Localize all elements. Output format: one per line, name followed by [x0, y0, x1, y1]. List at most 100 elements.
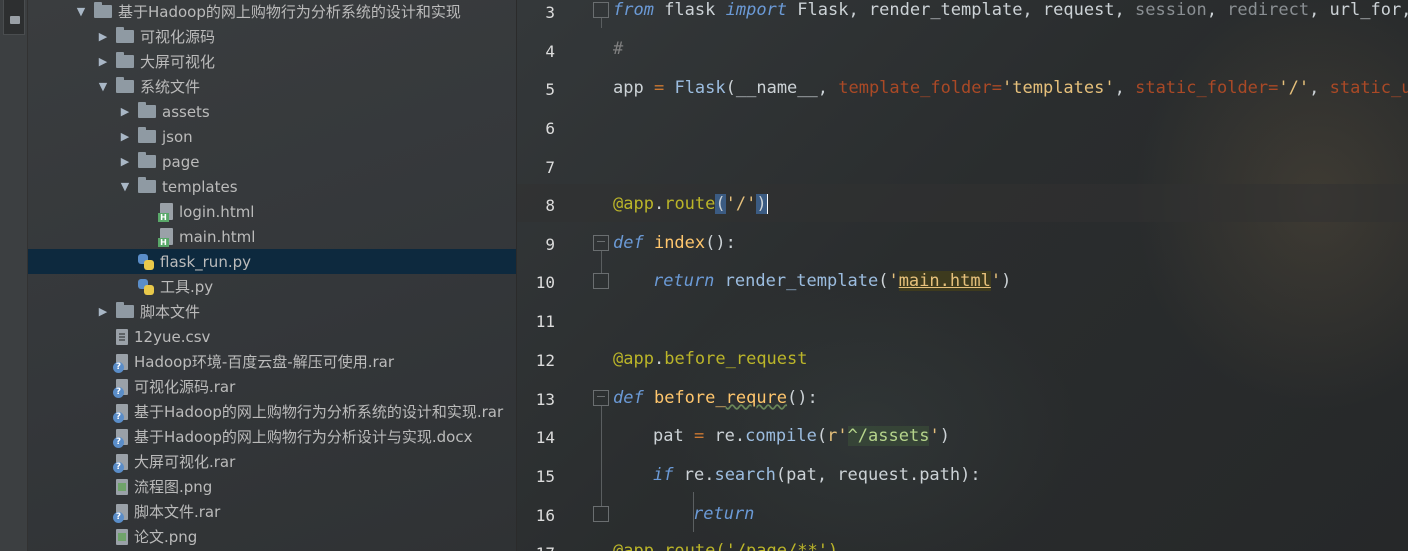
- expand-arrow-right-icon[interactable]: ▶: [118, 155, 132, 168]
- expand-arrow-down-icon[interactable]: ▼: [118, 180, 132, 193]
- unknown-file-icon: [113, 453, 128, 473]
- tree-item[interactable]: ▶flask_run.py: [28, 249, 516, 274]
- tree-item[interactable]: ▶login.html: [28, 199, 516, 224]
- fold-collapse-icon[interactable]: [593, 235, 609, 251]
- code-line-10[interactable]: return render_template('main.html'): [653, 271, 1011, 291]
- var-app: app: [613, 78, 654, 98]
- folder-icon: [138, 177, 156, 193]
- tree-item[interactable]: ▶基于Hadoop的网上购物行为分析设计与实现.docx: [28, 424, 516, 449]
- tree-item[interactable]: ▶Hadoop环境-百度云盘-解压可使用.rar: [28, 349, 516, 374]
- code-line-14[interactable]: pat = re.compile(r'^/assets'): [653, 426, 950, 446]
- tree-item[interactable]: ▼ 基于Hadoop的网上购物行为分析系统的设计和实现: [28, 0, 516, 24]
- tree-item-label: 可视化源码.rar: [134, 378, 236, 396]
- expand-arrow-right-icon[interactable]: ▶: [96, 30, 110, 43]
- expand-arrow-down-icon[interactable]: ▼: [96, 80, 110, 93]
- unused-import-session: session: [1135, 0, 1207, 20]
- keyword-from: from: [613, 0, 654, 20]
- code-line-15[interactable]: if re.search(pat, request.path):: [653, 465, 981, 485]
- paren-close-matched: ): [756, 194, 768, 214]
- keyword-def: def: [613, 233, 644, 253]
- expand-arrow-down-icon[interactable]: ▼: [74, 5, 88, 18]
- paren-open-matched: (: [715, 194, 726, 214]
- decorator-before-request: before_request: [664, 349, 808, 369]
- tree-item[interactable]: ▶大屏可视化.rar: [28, 449, 516, 474]
- tree-item-label: 工具.py: [160, 278, 214, 296]
- code-line-12[interactable]: @app.before_request: [613, 349, 808, 369]
- unused-import-redirect: redirect: [1227, 0, 1310, 20]
- python-file-icon: [138, 253, 154, 270]
- search-args: (pat, request: [775, 465, 909, 485]
- tree-item[interactable]: ▶论文.png: [28, 524, 516, 549]
- tree-item[interactable]: ▶main.html: [28, 224, 516, 249]
- module-name: flask: [653, 0, 726, 20]
- tree-item[interactable]: ▶ page: [28, 149, 516, 174]
- code-line-4[interactable]: #: [613, 39, 623, 59]
- paren-close: ): [939, 426, 950, 446]
- tree-item[interactable]: ▶ 大屏可视化: [28, 49, 516, 74]
- tree-item-label: login.html: [179, 202, 255, 221]
- code-line-8[interactable]: @app.route('/'): [613, 194, 768, 214]
- expand-arrow-right-icon[interactable]: ▶: [96, 55, 110, 68]
- keyword-def: def: [613, 388, 644, 408]
- tree-item-label: 大屏可视化.rar: [134, 453, 236, 471]
- line-number: 17: [517, 544, 555, 551]
- quote: ': [990, 271, 1002, 291]
- tree-item[interactable]: ▶ json: [28, 124, 516, 149]
- tree-item-label: templates: [162, 177, 238, 196]
- keyword-return: return: [653, 271, 715, 291]
- tree-item[interactable]: ▶ 可视化源码: [28, 24, 516, 49]
- fold-marker-icon[interactable]: [593, 2, 609, 18]
- code-line-3[interactable]: from flask import Flask, render_template…: [613, 0, 1408, 20]
- decorator-partial: @app.route('/page/**'): [613, 541, 839, 551]
- tree-item[interactable]: ▼ templates: [28, 174, 516, 199]
- line-number: 15: [535, 467, 555, 486]
- code-line-5[interactable]: app = Flask(__name__, template_folder='t…: [613, 78, 1408, 98]
- fold-end-icon[interactable]: [593, 273, 609, 289]
- expand-arrow-right-icon[interactable]: ▶: [96, 305, 110, 318]
- tree-item[interactable]: ▶工具.py: [28, 274, 516, 299]
- raw-string-prefix: r': [827, 426, 848, 446]
- template-link-main-html[interactable]: main.html: [898, 271, 991, 291]
- code-line-17[interactable]: @app.route('/page/**'): [613, 541, 838, 551]
- line-number: 14: [535, 428, 555, 447]
- dot: .: [908, 465, 920, 485]
- tree-item[interactable]: ▶流程图.png: [28, 474, 516, 499]
- code-line-13[interactable]: def before_requre():: [613, 388, 818, 408]
- folder-icon: [138, 102, 156, 118]
- tree-item[interactable]: ▶12yue.csv: [28, 324, 516, 349]
- code-line-16[interactable]: return: [693, 504, 754, 524]
- tree-item-label: json: [162, 127, 193, 146]
- tree-item[interactable]: ▶ assets: [28, 99, 516, 124]
- equals: =: [1268, 78, 1279, 98]
- tree-item[interactable]: ▶脚本文件.rar: [28, 499, 516, 524]
- regex-assets: ^/assets: [847, 426, 930, 446]
- project-tool-tab[interactable]: 1: [3, 0, 25, 35]
- call-render-template: render_template: [714, 271, 879, 291]
- unknown-file-icon: [113, 503, 128, 523]
- tree-item[interactable]: ▶可视化源码.rar: [28, 374, 516, 399]
- html-file-icon: [158, 228, 173, 247]
- keyword-if: if: [653, 465, 674, 485]
- expand-arrow-right-icon[interactable]: ▶: [118, 105, 132, 118]
- keyword-import: import: [725, 0, 788, 20]
- tree-item[interactable]: ▼ 系统文件: [28, 74, 516, 99]
- tree-item[interactable]: ▶基于Hadoop的网上购物行为分析系统的设计和实现.rar: [28, 399, 516, 424]
- attr-path: path: [919, 465, 961, 485]
- code-line-9[interactable]: def index():: [613, 233, 736, 253]
- typo-requre: requre: [725, 388, 788, 408]
- code-editor[interactable]: 3 4 5 6 7 8 9 10 11 12 13 14 15 16 17 from flask impor…: [517, 0, 1408, 551]
- unknown-file-icon: [113, 378, 128, 398]
- tree-item-label: 论文.png: [134, 528, 198, 546]
- fold-collapse-icon[interactable]: [593, 390, 609, 406]
- expand-arrow-right-icon[interactable]: ▶: [118, 130, 132, 143]
- import-names: Flask, render_template, request,: [787, 0, 1136, 20]
- comment: #: [613, 39, 624, 59]
- line-number: 16: [535, 506, 555, 525]
- tree-item[interactable]: ▶ 脚本文件: [28, 299, 516, 324]
- comma: ,: [1206, 0, 1228, 20]
- fold-end-icon[interactable]: [593, 506, 609, 522]
- tree-item-label: 12yue.csv: [134, 327, 211, 346]
- unknown-file-icon: [113, 403, 128, 423]
- class-flask: Flask: [674, 78, 726, 98]
